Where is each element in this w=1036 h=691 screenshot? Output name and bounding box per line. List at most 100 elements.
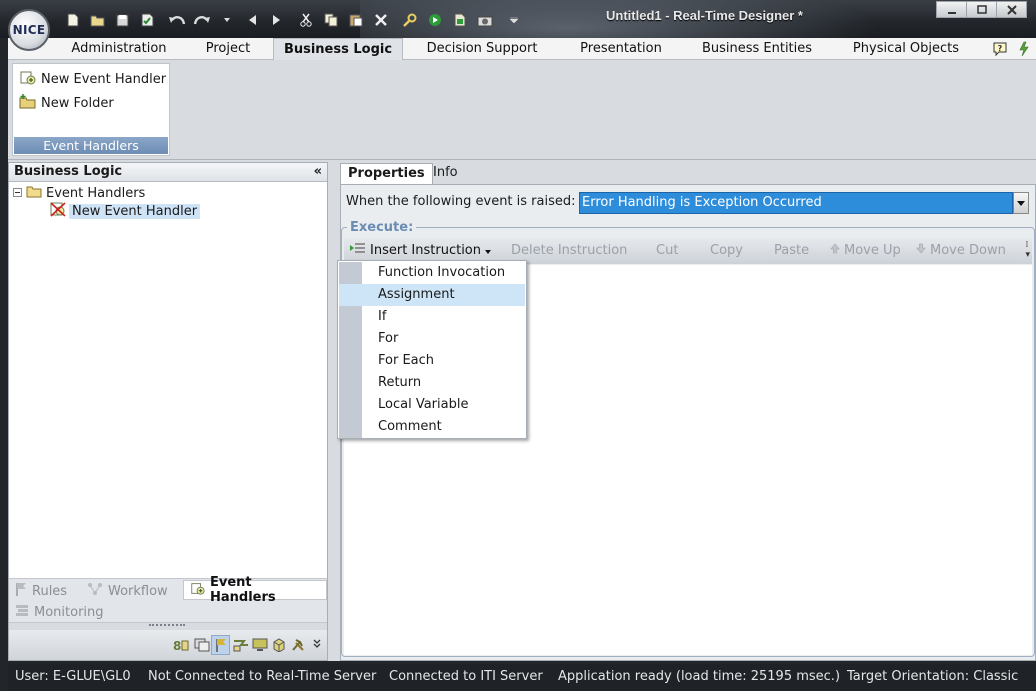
new-icon[interactable] [60, 10, 85, 30]
new-folder-icon [19, 93, 36, 114]
nav-tab-label: Event Handlers [210, 575, 276, 605]
tree-node-new-event-handler[interactable]: New Event Handler [49, 201, 201, 222]
more-icon[interactable] [311, 635, 323, 655]
arrow-up-icon [830, 241, 840, 261]
help-icon[interactable]: ? [992, 41, 1008, 61]
new-event-handler-button[interactable]: New Event Handler [19, 69, 166, 89]
paste-button[interactable]: Paste [774, 241, 809, 261]
open-icon[interactable] [85, 10, 110, 30]
navigator-tabs: Rules Workflow Event Handlers Monitoring [9, 575, 327, 622]
group-label: Event Handlers [14, 137, 168, 154]
tab-administration[interactable]: Administration [64, 38, 174, 60]
tree-label: Event Handlers [46, 185, 146, 201]
svg-text:?: ? [998, 44, 1003, 53]
tab-decision-support[interactable]: Decision Support [420, 38, 544, 60]
connectors-icon[interactable] [231, 635, 250, 655]
new-folder-label: New Folder [41, 95, 114, 111]
monitor-icon[interactable] [250, 635, 269, 655]
event-select-value[interactable]: Error Handling is Exception Occurred [579, 192, 1013, 214]
build-icon[interactable] [447, 10, 472, 30]
dropdown-small-icon[interactable] [214, 10, 239, 30]
screens-icon[interactable] [192, 635, 211, 655]
menu-item-function-invocation[interactable]: Function Invocation [339, 262, 525, 284]
nav-tab-monitoring[interactable]: Monitoring [15, 602, 104, 622]
nav-tab-event-handlers[interactable]: Event Handlers [183, 575, 327, 605]
insert-instruction-button[interactable]: Insert Instruction [350, 241, 491, 261]
copy-icon[interactable] [318, 10, 343, 30]
insert-icon [350, 241, 366, 261]
move-up-label: Move Up [844, 243, 901, 258]
flag-icon[interactable] [211, 635, 230, 655]
business-logic-panel: Business Logic « Event Handlers New Even… [8, 162, 328, 661]
event-handler-error-icon [49, 201, 67, 222]
move-up-button[interactable]: Move Up [830, 241, 901, 261]
toolbar-overflow-icon[interactable]: ⁞ ▾ [1025, 240, 1030, 260]
run-icon[interactable] [422, 10, 447, 30]
cube-icon[interactable] [269, 635, 288, 655]
cut-button[interactable]: Cut [656, 241, 678, 261]
menu-item-for-each[interactable]: For Each [339, 350, 525, 372]
collapse-icon[interactable]: « [314, 163, 322, 181]
variables-icon[interactable]: 8 [171, 635, 190, 655]
app-logo[interactable]: NICE [8, 9, 50, 51]
nav-tab-rules[interactable]: Rules [15, 581, 67, 601]
tree-node-event-handlers[interactable]: Event Handlers [13, 184, 145, 202]
delete-instruction-button[interactable]: Delete Instruction [511, 241, 627, 261]
save-icon[interactable] [110, 10, 135, 30]
nav-tab-workflow[interactable]: Workflow [87, 581, 168, 601]
pin-icon[interactable] [1017, 41, 1029, 61]
arrow-down-icon [916, 241, 926, 261]
delete-icon[interactable] [368, 10, 393, 30]
menu-item-comment[interactable]: Comment [339, 416, 525, 438]
tab-properties[interactable]: Properties [340, 163, 433, 184]
paste-icon[interactable] [343, 10, 368, 30]
cut-icon[interactable] [293, 10, 318, 30]
menu-item-local-variable[interactable]: Local Variable [339, 394, 525, 416]
minimize-icon[interactable] [936, 1, 967, 18]
menu-item-assignment[interactable]: Assignment [339, 284, 525, 306]
nav-tab-label: Rules [32, 583, 68, 599]
camera-icon[interactable] [472, 10, 497, 30]
insert-instruction-menu: Function Invocation Assignment If For Fo… [337, 260, 527, 439]
window-controls [936, 1, 1027, 18]
new-folder-button[interactable]: New Folder [19, 93, 114, 113]
collapse-toggle-icon[interactable] [13, 186, 22, 201]
tools-icon[interactable] [288, 635, 307, 655]
menu-item-for[interactable]: For [339, 328, 525, 350]
maximize-icon[interactable] [966, 1, 997, 18]
status-orientation: Target Orientation: Classic [847, 669, 1019, 684]
close-icon[interactable] [996, 1, 1027, 18]
search-icon[interactable] [397, 10, 422, 30]
tab-business-logic[interactable]: Business Logic [273, 38, 403, 61]
panel-title: Business Logic [14, 164, 123, 179]
forward-icon[interactable] [264, 10, 289, 30]
status-application: Application ready (load time: 25195 msec… [558, 669, 841, 684]
menu-item-return[interactable]: Return [339, 372, 525, 394]
copy-button[interactable]: Copy [710, 241, 743, 261]
undo-icon[interactable] [164, 10, 189, 30]
tab-business-entities[interactable]: Business Entities [697, 38, 817, 60]
chevron-down-icon[interactable] [1013, 192, 1029, 214]
workflow-icon [87, 582, 103, 600]
properties-tabs: Properties Info [340, 162, 1036, 184]
back-icon[interactable] [239, 10, 264, 30]
folder-icon [26, 185, 42, 202]
chevron-down-icon [485, 241, 491, 261]
status-bar: User: E-GLUE\GL0 Not Connected to Real-T… [8, 664, 1036, 691]
save-all-icon[interactable] [135, 10, 160, 30]
splitter-grip[interactable] [9, 622, 327, 630]
event-select[interactable]: Error Handling is Exception Occurred [579, 192, 1029, 214]
title-bar: Untitled1 - Real-Time Designer * [0, 0, 1036, 38]
menu-item-if[interactable]: If [339, 306, 525, 328]
move-down-button[interactable]: Move Down [916, 241, 1006, 261]
tab-project[interactable]: Project [197, 38, 259, 60]
customize-icon[interactable] [501, 10, 526, 30]
tab-info[interactable]: Info [426, 163, 465, 184]
tab-presentation[interactable]: Presentation [571, 38, 671, 60]
status-user: User: E-GLUE\GL0 [15, 669, 131, 684]
svg-text:8: 8 [173, 639, 181, 652]
tab-physical-objects[interactable]: Physical Objects [847, 38, 965, 60]
redo-icon[interactable] [189, 10, 214, 30]
event-label: When the following event is raised: [346, 194, 576, 209]
monitoring-icon [15, 603, 29, 621]
